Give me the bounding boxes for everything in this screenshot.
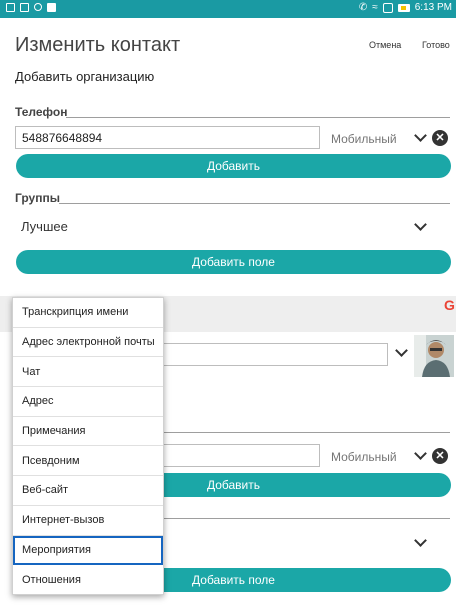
menu-item-website[interactable]: Веб-сайт xyxy=(13,476,163,506)
menu-item-nickname[interactable]: Псевдоним xyxy=(13,446,163,477)
chevron-down-icon[interactable] xyxy=(414,218,427,231)
chevron-down-icon[interactable] xyxy=(395,344,408,357)
name-field[interactable] xyxy=(160,343,388,366)
save-icon xyxy=(47,3,56,12)
add-field-button[interactable]: Добавить поле xyxy=(16,250,451,274)
add-phone-button[interactable]: Добавить xyxy=(16,154,451,178)
add-field-menu: Транскрипция имени Адрес электронной поч… xyxy=(12,297,164,595)
phone-call-icon: ✆ xyxy=(358,2,368,13)
remove-field-icon[interactable]: ✕ xyxy=(432,130,448,146)
remove-field-icon[interactable]: ✕ xyxy=(432,448,448,464)
divider xyxy=(160,432,450,433)
add-organization-link[interactable]: Добавить организацию xyxy=(15,69,154,84)
system-icons: ✆ ≈ 6:13 PM xyxy=(359,2,452,13)
sim-icon xyxy=(382,2,393,13)
menu-item-email[interactable]: Адрес электронной почты xyxy=(13,328,163,358)
phone-icon xyxy=(34,3,42,11)
phone-number-field[interactable]: 548876648894 xyxy=(15,126,320,149)
menu-item-internet-call[interactable]: Интернет-вызов xyxy=(13,506,163,536)
notification-icons xyxy=(6,3,56,12)
group-value[interactable]: Лучшее xyxy=(21,219,68,234)
groups-section-title: Группы xyxy=(15,191,60,205)
chevron-down-icon[interactable] xyxy=(414,447,427,460)
wifi-icon: ≈ xyxy=(372,2,378,13)
menu-item-events[interactable]: Мероприятия xyxy=(13,535,163,566)
chevron-down-icon[interactable] xyxy=(414,534,427,547)
clock: 6:13 PM xyxy=(414,2,452,13)
phone-type-select[interactable]: Мобильный xyxy=(331,132,397,146)
menu-item-address[interactable]: Адрес xyxy=(13,387,163,417)
groups-divider xyxy=(59,203,450,204)
done-button[interactable]: Готово xyxy=(422,40,450,50)
page-title: Изменить контакт xyxy=(15,34,181,56)
phone-section-title: Телефон xyxy=(15,105,68,119)
chevron-down-icon[interactable] xyxy=(414,129,427,142)
status-bar: ✆ ≈ 6:13 PM xyxy=(0,0,456,18)
phone-type-select-2[interactable]: Мобильный xyxy=(331,450,397,464)
menu-item-relationship[interactable]: Отношения xyxy=(13,565,163,595)
cancel-button[interactable]: Отмена xyxy=(369,40,401,50)
google-logo: G xyxy=(444,297,455,313)
cast-icon xyxy=(20,3,29,12)
message-icon xyxy=(6,3,15,12)
menu-item-chat[interactable]: Чат xyxy=(13,357,163,388)
contact-avatar[interactable] xyxy=(414,335,454,377)
battery-icon xyxy=(397,3,410,12)
phone-divider xyxy=(66,117,450,118)
avatar-photo xyxy=(414,335,454,377)
divider xyxy=(160,518,450,519)
phone-number-field-2[interactable] xyxy=(160,444,320,467)
menu-item-notes[interactable]: Примечания xyxy=(13,417,163,447)
menu-item-phonetic-name[interactable]: Транскрипция имени xyxy=(13,298,163,328)
